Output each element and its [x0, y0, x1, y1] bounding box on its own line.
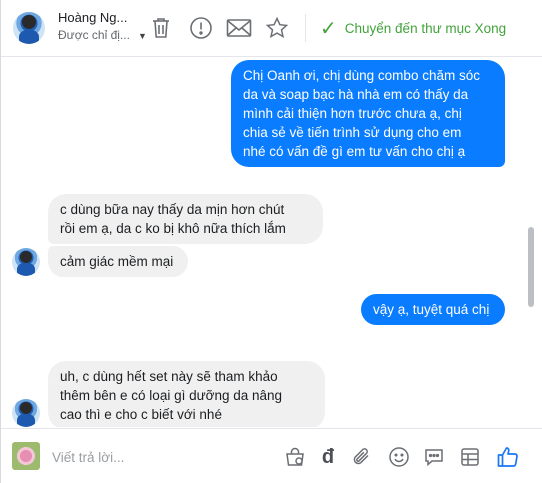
- checkmark-icon: ✓: [320, 17, 337, 40]
- like-icon[interactable]: [495, 444, 521, 470]
- message-bubble-outgoing[interactable]: Chị Oanh ơi, chị dùng combo chăm sóc da …: [231, 60, 505, 167]
- star-icon[interactable]: [263, 14, 291, 42]
- chevron-down-icon[interactable]: ▼: [138, 31, 147, 41]
- reply-input[interactable]: [52, 447, 272, 467]
- attachment-icon[interactable]: [349, 444, 375, 470]
- contact-name[interactable]: Hoàng Ng...: [58, 10, 127, 25]
- trash-icon[interactable]: [147, 14, 175, 42]
- conversation-header: Hoàng Ng... Được chỉ đị... ▼ ✓ Chuyển đế…: [1, 0, 542, 57]
- conversation-window: Hoàng Ng... Được chỉ đị... ▼ ✓ Chuyển đế…: [0, 0, 542, 483]
- template-grid-icon[interactable]: [457, 444, 483, 470]
- assignment-status[interactable]: Được chỉ đị...: [58, 28, 130, 42]
- contact-avatar-small: [12, 399, 40, 427]
- saved-reply-icon[interactable]: [421, 444, 447, 470]
- move-to-done-button[interactable]: ✓ Chuyển đến thư mục Xong: [305, 14, 506, 42]
- move-to-done-label: Chuyển đến thư mục Xong: [344, 20, 507, 36]
- mark-unread-icon[interactable]: [225, 14, 253, 42]
- message-bubble-incoming[interactable]: c dùng bữa nay thấy da mịn hơn chút rồi …: [48, 194, 323, 244]
- shop-bag-icon[interactable]: [282, 444, 308, 470]
- spam-icon[interactable]: [187, 14, 215, 42]
- contact-avatar-small: [12, 248, 40, 276]
- emoji-icon[interactable]: [386, 444, 412, 470]
- contact-avatar[interactable]: [13, 12, 45, 44]
- message-list[interactable]: Chị Oanh ơi, chị dùng combo chăm sóc da …: [1, 57, 542, 427]
- message-bubble-outgoing[interactable]: vậy ạ, tuyệt quá chị: [361, 294, 505, 325]
- reply-composer: đ: [1, 428, 542, 483]
- message-bubble-incoming[interactable]: cảm giác mềm mại: [48, 246, 188, 277]
- message-bubble-incoming[interactable]: uh, c dùng hết set này sẽ tham khảo thêm…: [48, 361, 325, 427]
- page-avatar: [12, 442, 40, 470]
- dong-currency-icon[interactable]: đ: [315, 444, 341, 470]
- message-scrollbar[interactable]: [528, 227, 534, 307]
